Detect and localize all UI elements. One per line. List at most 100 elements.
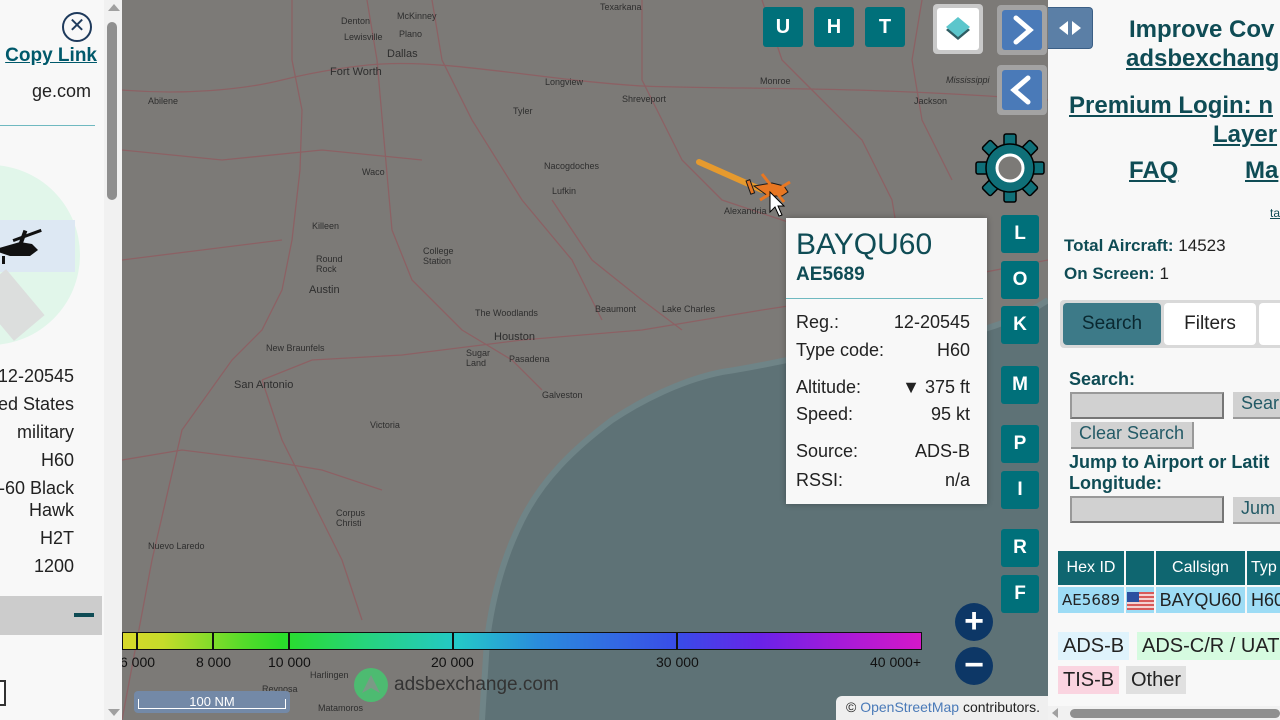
faq-link[interactable]: FAQ xyxy=(1129,157,1178,185)
small-link[interactable]: ta xyxy=(1270,206,1280,220)
city-label: Sugar Land xyxy=(466,348,491,368)
row-label: Speed: xyxy=(796,404,854,424)
layers-button[interactable] xyxy=(933,4,983,54)
scroll-thumb[interactable] xyxy=(1070,709,1280,718)
map-view[interactable]: Texarkana Denton McKinney Lewisville Pla… xyxy=(122,0,1048,720)
scroll-up-icon[interactable] xyxy=(108,4,120,11)
sidebar-horizontal-scrollbar[interactable] xyxy=(1048,706,1280,720)
jump-button[interactable]: Jum xyxy=(1233,497,1280,524)
u-button[interactable]: U xyxy=(763,7,803,47)
city-label: Jackson xyxy=(914,96,948,106)
total-aircraft-value: 14523 xyxy=(1178,236,1226,255)
type-code-value: H60 xyxy=(40,450,74,470)
zoom-out-button[interactable]: − xyxy=(955,647,993,685)
p-button[interactable]: P xyxy=(1001,425,1039,463)
popup-hex: AE5689 xyxy=(796,264,865,285)
popup-row-type: Type code: H60 xyxy=(796,340,970,361)
column-header-callsign[interactable]: Callsign xyxy=(1156,551,1245,585)
city-label: Alexandria xyxy=(724,206,767,216)
app-root: ✕ Copy Link ge.com 12-20545 ited States … xyxy=(0,0,1280,720)
tab-more[interactable] xyxy=(1259,303,1280,345)
f-button[interactable]: F xyxy=(1001,575,1039,613)
jump-label: Jump to Airport or Latit xyxy=(1069,452,1270,472)
r-button[interactable]: R xyxy=(1001,529,1039,567)
k-button[interactable]: K xyxy=(1001,306,1039,344)
city-label: Houston xyxy=(494,331,535,343)
on-screen-label: On Screen: xyxy=(1064,264,1155,283)
openstreetmap-link[interactable]: OpenStreetMap xyxy=(860,699,959,715)
prev-button[interactable] xyxy=(997,65,1047,115)
category-value: military xyxy=(17,422,74,442)
city-label: Longview xyxy=(545,77,584,87)
jump-input[interactable] xyxy=(1070,496,1224,523)
checkbox[interactable] xyxy=(0,680,6,706)
sidebar-toggle-button[interactable] xyxy=(1048,7,1093,49)
city-label: Abilene xyxy=(148,96,179,106)
legend-label: 40 000+ xyxy=(870,654,921,670)
i-button[interactable]: I xyxy=(1001,471,1039,509)
scroll-thumb[interactable] xyxy=(107,22,117,200)
tab-filters[interactable]: Filters xyxy=(1164,303,1256,345)
search-button[interactable]: Sear xyxy=(1233,392,1280,419)
collapse-section-bar[interactable] xyxy=(0,596,102,635)
city-label: McKinney xyxy=(397,11,437,21)
minus-icon[interactable] xyxy=(74,613,94,617)
total-aircraft: Total Aircraft: 14523 xyxy=(1064,236,1226,256)
aircraft-popup[interactable]: BAYQU60 AE5689 Reg.: 12-20545 Type code:… xyxy=(786,218,987,504)
zoom-in-button[interactable]: + xyxy=(955,603,993,641)
sidebar-tabs: Search Filters xyxy=(1060,300,1280,348)
country-value: ited States xyxy=(0,394,74,414)
column-header-hex[interactable]: Hex ID xyxy=(1058,551,1124,585)
column-header-flag[interactable] xyxy=(1126,551,1154,585)
site-text: ge.com xyxy=(31,81,91,101)
close-icon[interactable]: ✕ xyxy=(62,12,92,42)
city-label: Matamoros xyxy=(318,703,364,713)
jump-label-longitude: Longitude: xyxy=(1069,473,1162,493)
arrow-right-icon xyxy=(1072,21,1081,35)
h-button[interactable]: H xyxy=(814,7,854,47)
gear-icon[interactable] xyxy=(974,132,1046,204)
left-panel-scrollbar[interactable] xyxy=(104,0,122,720)
l-button[interactable]: L xyxy=(1001,215,1039,253)
layers-icon xyxy=(946,17,970,40)
legend-tick xyxy=(676,632,678,650)
city-label: Nuevo Laredo xyxy=(148,541,205,551)
city-label: Lufkin xyxy=(552,186,577,196)
city-label: Round Rock xyxy=(316,254,343,274)
city-label: Monroe xyxy=(760,76,791,86)
legend-label: 8 000 xyxy=(196,654,232,670)
cell-hex: AE5689 xyxy=(1058,587,1124,613)
copy-link[interactable]: Copy Link xyxy=(5,45,97,67)
scroll-down-icon[interactable] xyxy=(108,709,120,716)
popup-row-source: Source: ADS-B xyxy=(796,441,970,462)
arrow-left-icon xyxy=(1059,21,1068,35)
row-label: Type code: xyxy=(796,340,885,360)
legend-label: 10 000 xyxy=(268,654,311,670)
city-label: New Braunfels xyxy=(266,343,325,353)
clear-search-button[interactable]: Clear Search xyxy=(1071,422,1195,449)
city-label: Nacogdoches xyxy=(544,161,600,171)
column-header-type[interactable]: Typ xyxy=(1247,551,1280,585)
legend-adsc-uat: ADS-C/R / UAT xyxy=(1137,632,1280,660)
search-input[interactable] xyxy=(1070,392,1224,419)
scroll-left-icon[interactable] xyxy=(1052,708,1058,718)
attribution-text: contributors. xyxy=(962,699,1040,715)
type-name-value: H-60 Black Hawk xyxy=(0,478,74,520)
m-button[interactable]: M xyxy=(1001,366,1039,404)
city-label: Corpus Christi xyxy=(336,508,366,528)
city-label: Fort Worth xyxy=(330,66,382,78)
city-label: Killeen xyxy=(312,221,340,231)
next-button[interactable] xyxy=(997,5,1047,55)
legend-label: 20 000 xyxy=(431,654,474,670)
premium-login-link[interactable]: Premium Login: n xyxy=(1069,92,1273,120)
t-button[interactable]: T xyxy=(865,7,905,47)
adsbexchange-link[interactable]: adsbexchang xyxy=(1126,45,1279,73)
detail-values: 12-20545 ited States military H60 H-60 B… xyxy=(0,362,74,580)
row-value: n/a xyxy=(944,470,970,490)
tab-search[interactable]: Search xyxy=(1063,303,1161,345)
popup-callsign: BAYQU60 xyxy=(796,228,933,261)
map-link[interactable]: Ma xyxy=(1245,157,1278,185)
premium-layer-link[interactable]: Layer xyxy=(1213,121,1277,149)
o-button[interactable]: O xyxy=(1001,261,1039,299)
city-label: Harlingen xyxy=(310,670,349,680)
